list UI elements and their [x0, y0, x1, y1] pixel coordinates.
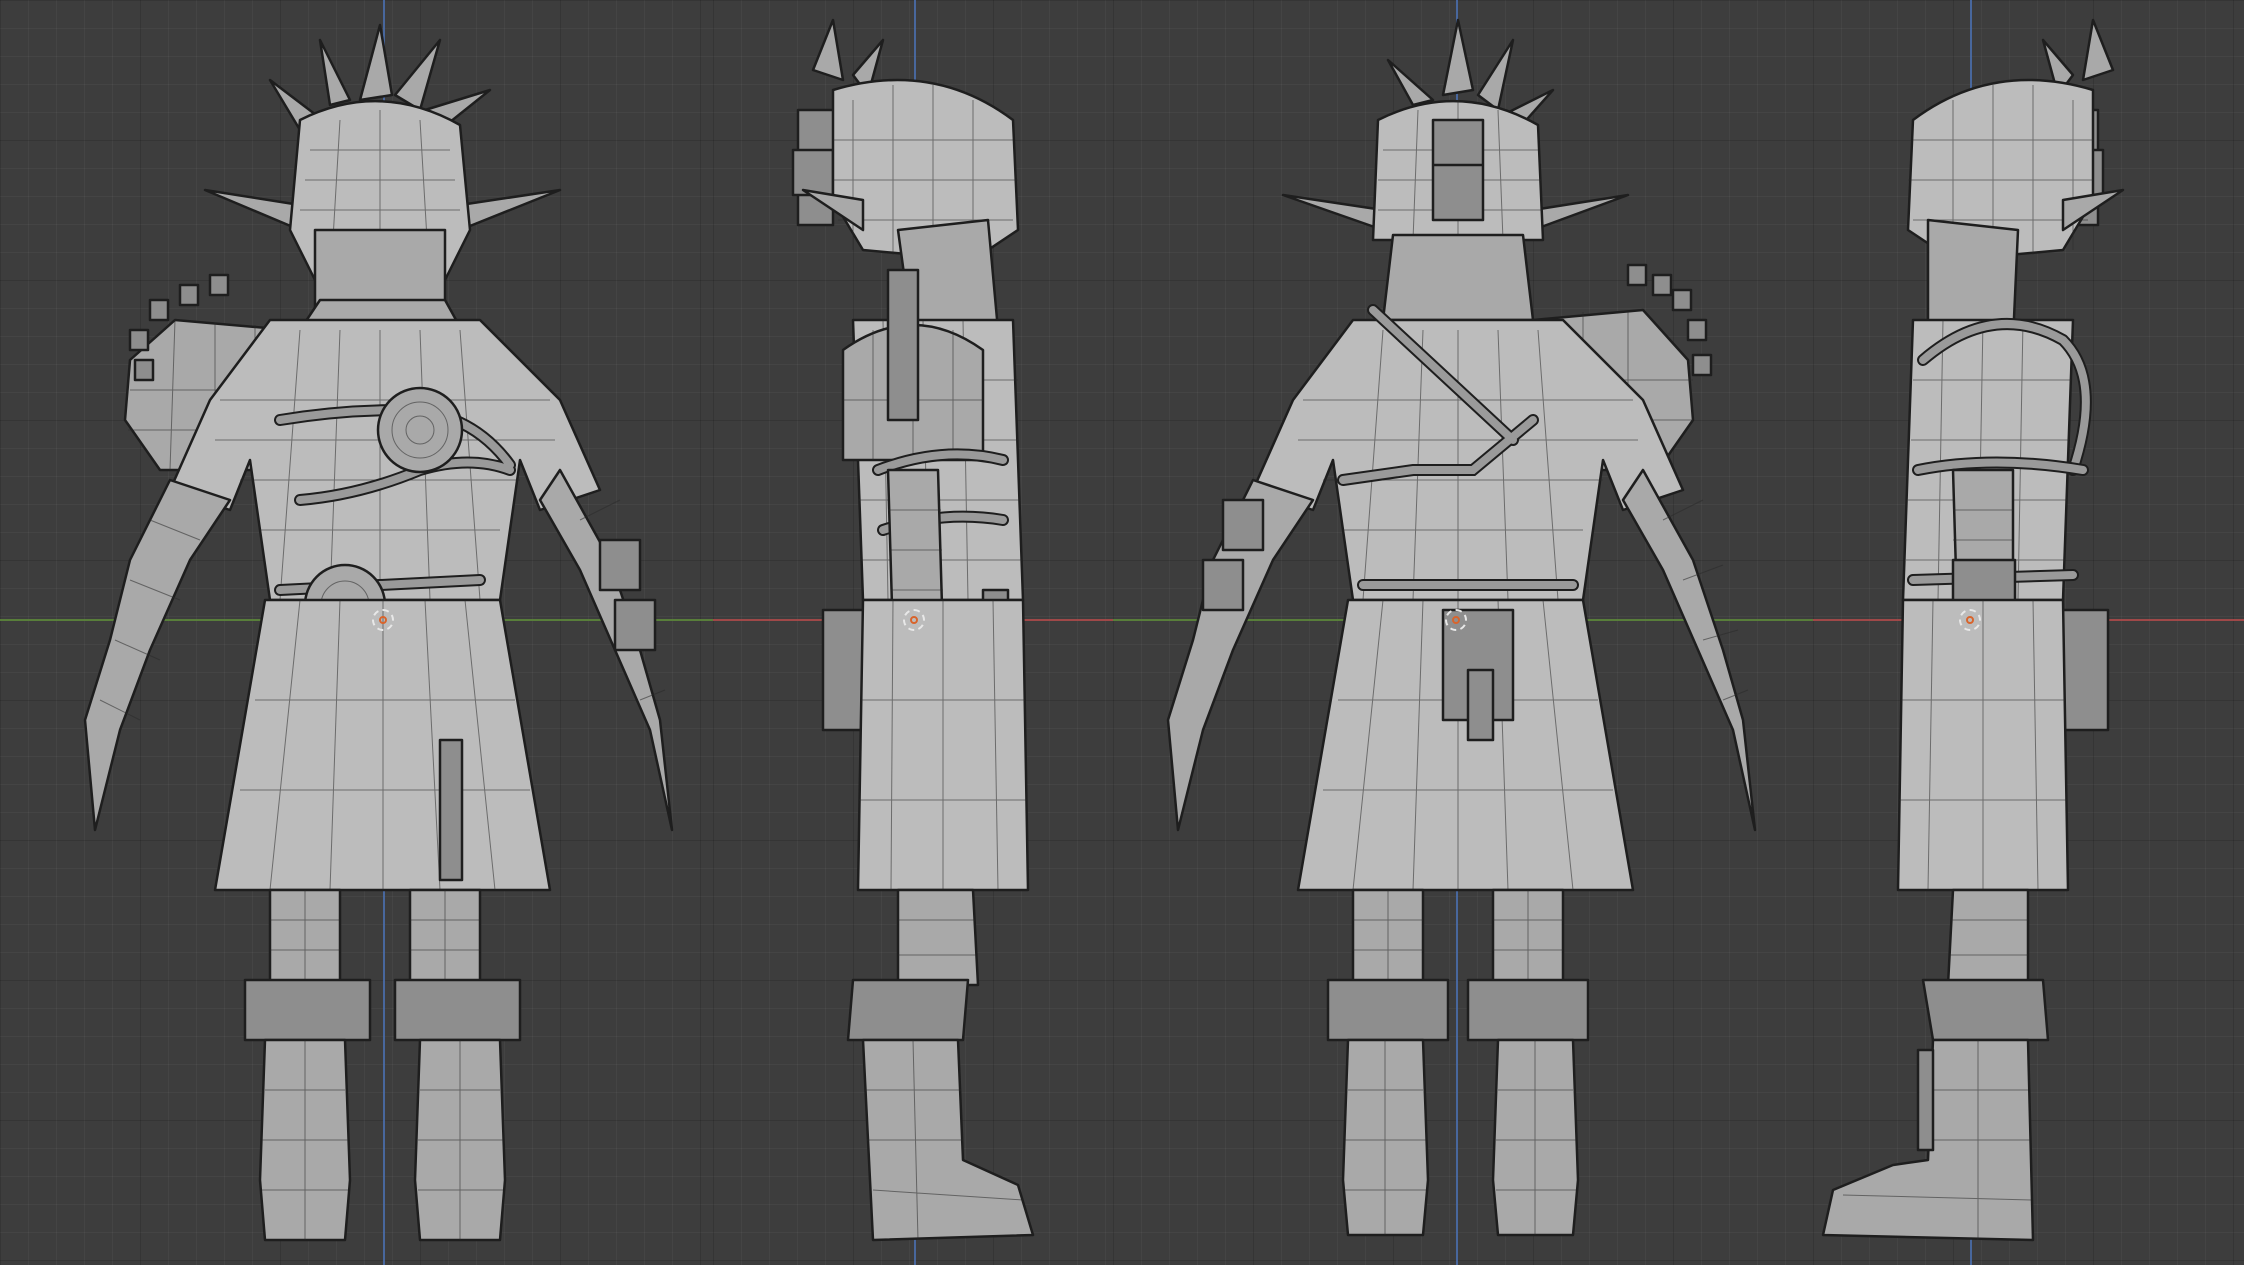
viewport-side-left[interactable]	[1813, 0, 2244, 1265]
character-mesh-front[interactable]	[0, 0, 713, 1265]
origin-dot-icon[interactable]	[1959, 609, 1981, 631]
origin-dot-icon[interactable]	[372, 609, 394, 631]
character-mesh-back[interactable]	[1113, 0, 1813, 1265]
character-mesh-side-left[interactable]	[1813, 0, 2244, 1265]
origin-dot-icon[interactable]	[1445, 609, 1467, 631]
viewport-back[interactable]	[1113, 0, 1813, 1265]
viewport-side-right[interactable]	[713, 0, 1113, 1265]
viewport-front[interactable]	[0, 0, 713, 1265]
character-mesh-side-right[interactable]	[713, 0, 1113, 1265]
origin-dot-icon[interactable]	[903, 609, 925, 631]
blender-orthographic-reference-sheet	[0, 0, 2244, 1265]
